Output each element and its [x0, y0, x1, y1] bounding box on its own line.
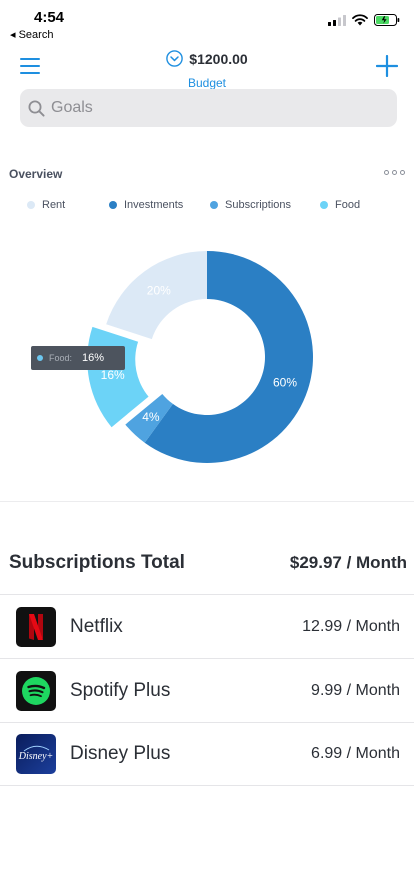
section-divider: [0, 501, 414, 502]
battery-icon: [374, 14, 400, 26]
slice-label-food: 16%: [101, 368, 125, 382]
subscription-row-spotify[interactable]: Spotify Plus 9.99 / Month: [0, 658, 414, 722]
slice-label-rent: 20%: [147, 284, 171, 298]
subscription-name: Netflix: [70, 615, 123, 637]
legend-label: Subscriptions: [225, 199, 292, 211]
legend-label: Rent: [42, 199, 66, 211]
chart-legend: Rent Investments Subscriptions Food: [0, 199, 414, 213]
subscription-name: Disney Plus: [70, 743, 171, 764]
legend-label: Investments: [124, 199, 184, 211]
legend-item-subscriptions[interactable]: Subscriptions: [210, 199, 291, 211]
subscription-price: 9.99 / Month: [311, 681, 400, 699]
overview-title: Overview: [9, 167, 63, 181]
more-options-icon[interactable]: [384, 170, 405, 175]
budget-label: Budget: [187, 76, 227, 90]
tooltip-dot: [37, 355, 43, 361]
chevron-down-circle-icon: [166, 50, 184, 67]
subscription-row-netflix[interactable]: Netflix 12.99 / Month: [0, 594, 414, 658]
legend-dot: [320, 201, 328, 209]
spotify-icon: [16, 670, 56, 711]
budget-amount: $1200.00: [189, 50, 248, 67]
wifi-icon: [352, 14, 368, 26]
legend-dot: [109, 201, 117, 209]
subscription-list: Netflix 12.99 / Month Spotify Plus 9.99 …: [0, 594, 414, 786]
add-button[interactable]: [375, 54, 399, 78]
legend-item-investments[interactable]: Investments: [109, 199, 183, 211]
plus-icon: [375, 54, 399, 78]
legend-item-rent[interactable]: Rent: [27, 199, 65, 211]
disney-plus-icon: Disney+: [16, 734, 56, 774]
slice-label-subscriptions: 4%: [142, 410, 160, 424]
slice-label-investments: 60%: [273, 375, 297, 389]
legend-dot: [27, 201, 35, 209]
subscriptions-title: Subscriptions Total: [9, 552, 185, 573]
subscriptions-total: $29.97 / Month: [289, 553, 407, 572]
cellular-signal-icon: [328, 14, 346, 26]
subscription-price: 6.99 / Month: [311, 745, 400, 762]
chart-tooltip: Food: 16%: [31, 346, 125, 370]
budget-selector[interactable]: $1200.00 Budget: [0, 50, 414, 90]
subscription-name: Spotify Plus: [70, 679, 171, 701]
search-icon: [28, 100, 45, 117]
status-bar: 4:54 ◂ Search: [0, 0, 414, 44]
tooltip-value: 16%: [82, 352, 105, 364]
search-bar[interactable]: [20, 89, 397, 127]
netflix-icon: [16, 606, 56, 647]
disney-plus-logo-text: Disney+: [18, 751, 53, 762]
legend-label: Food: [335, 199, 361, 211]
subscription-row-disney[interactable]: Disney+ Disney Plus 6.99 / Month: [0, 722, 414, 786]
legend-item-food[interactable]: Food: [320, 199, 360, 211]
subscription-price: 12.99 / Month: [302, 617, 400, 635]
back-to-search-link[interactable]: ◂ Search: [10, 28, 53, 41]
subscriptions-header: Subscriptions Total $29.97 / Month: [9, 552, 407, 574]
status-time: 4:54: [34, 9, 65, 26]
legend-dot: [210, 201, 218, 209]
search-input[interactable]: [51, 99, 371, 117]
status-icons: [328, 14, 400, 26]
tooltip-label: Food:: [49, 353, 73, 363]
